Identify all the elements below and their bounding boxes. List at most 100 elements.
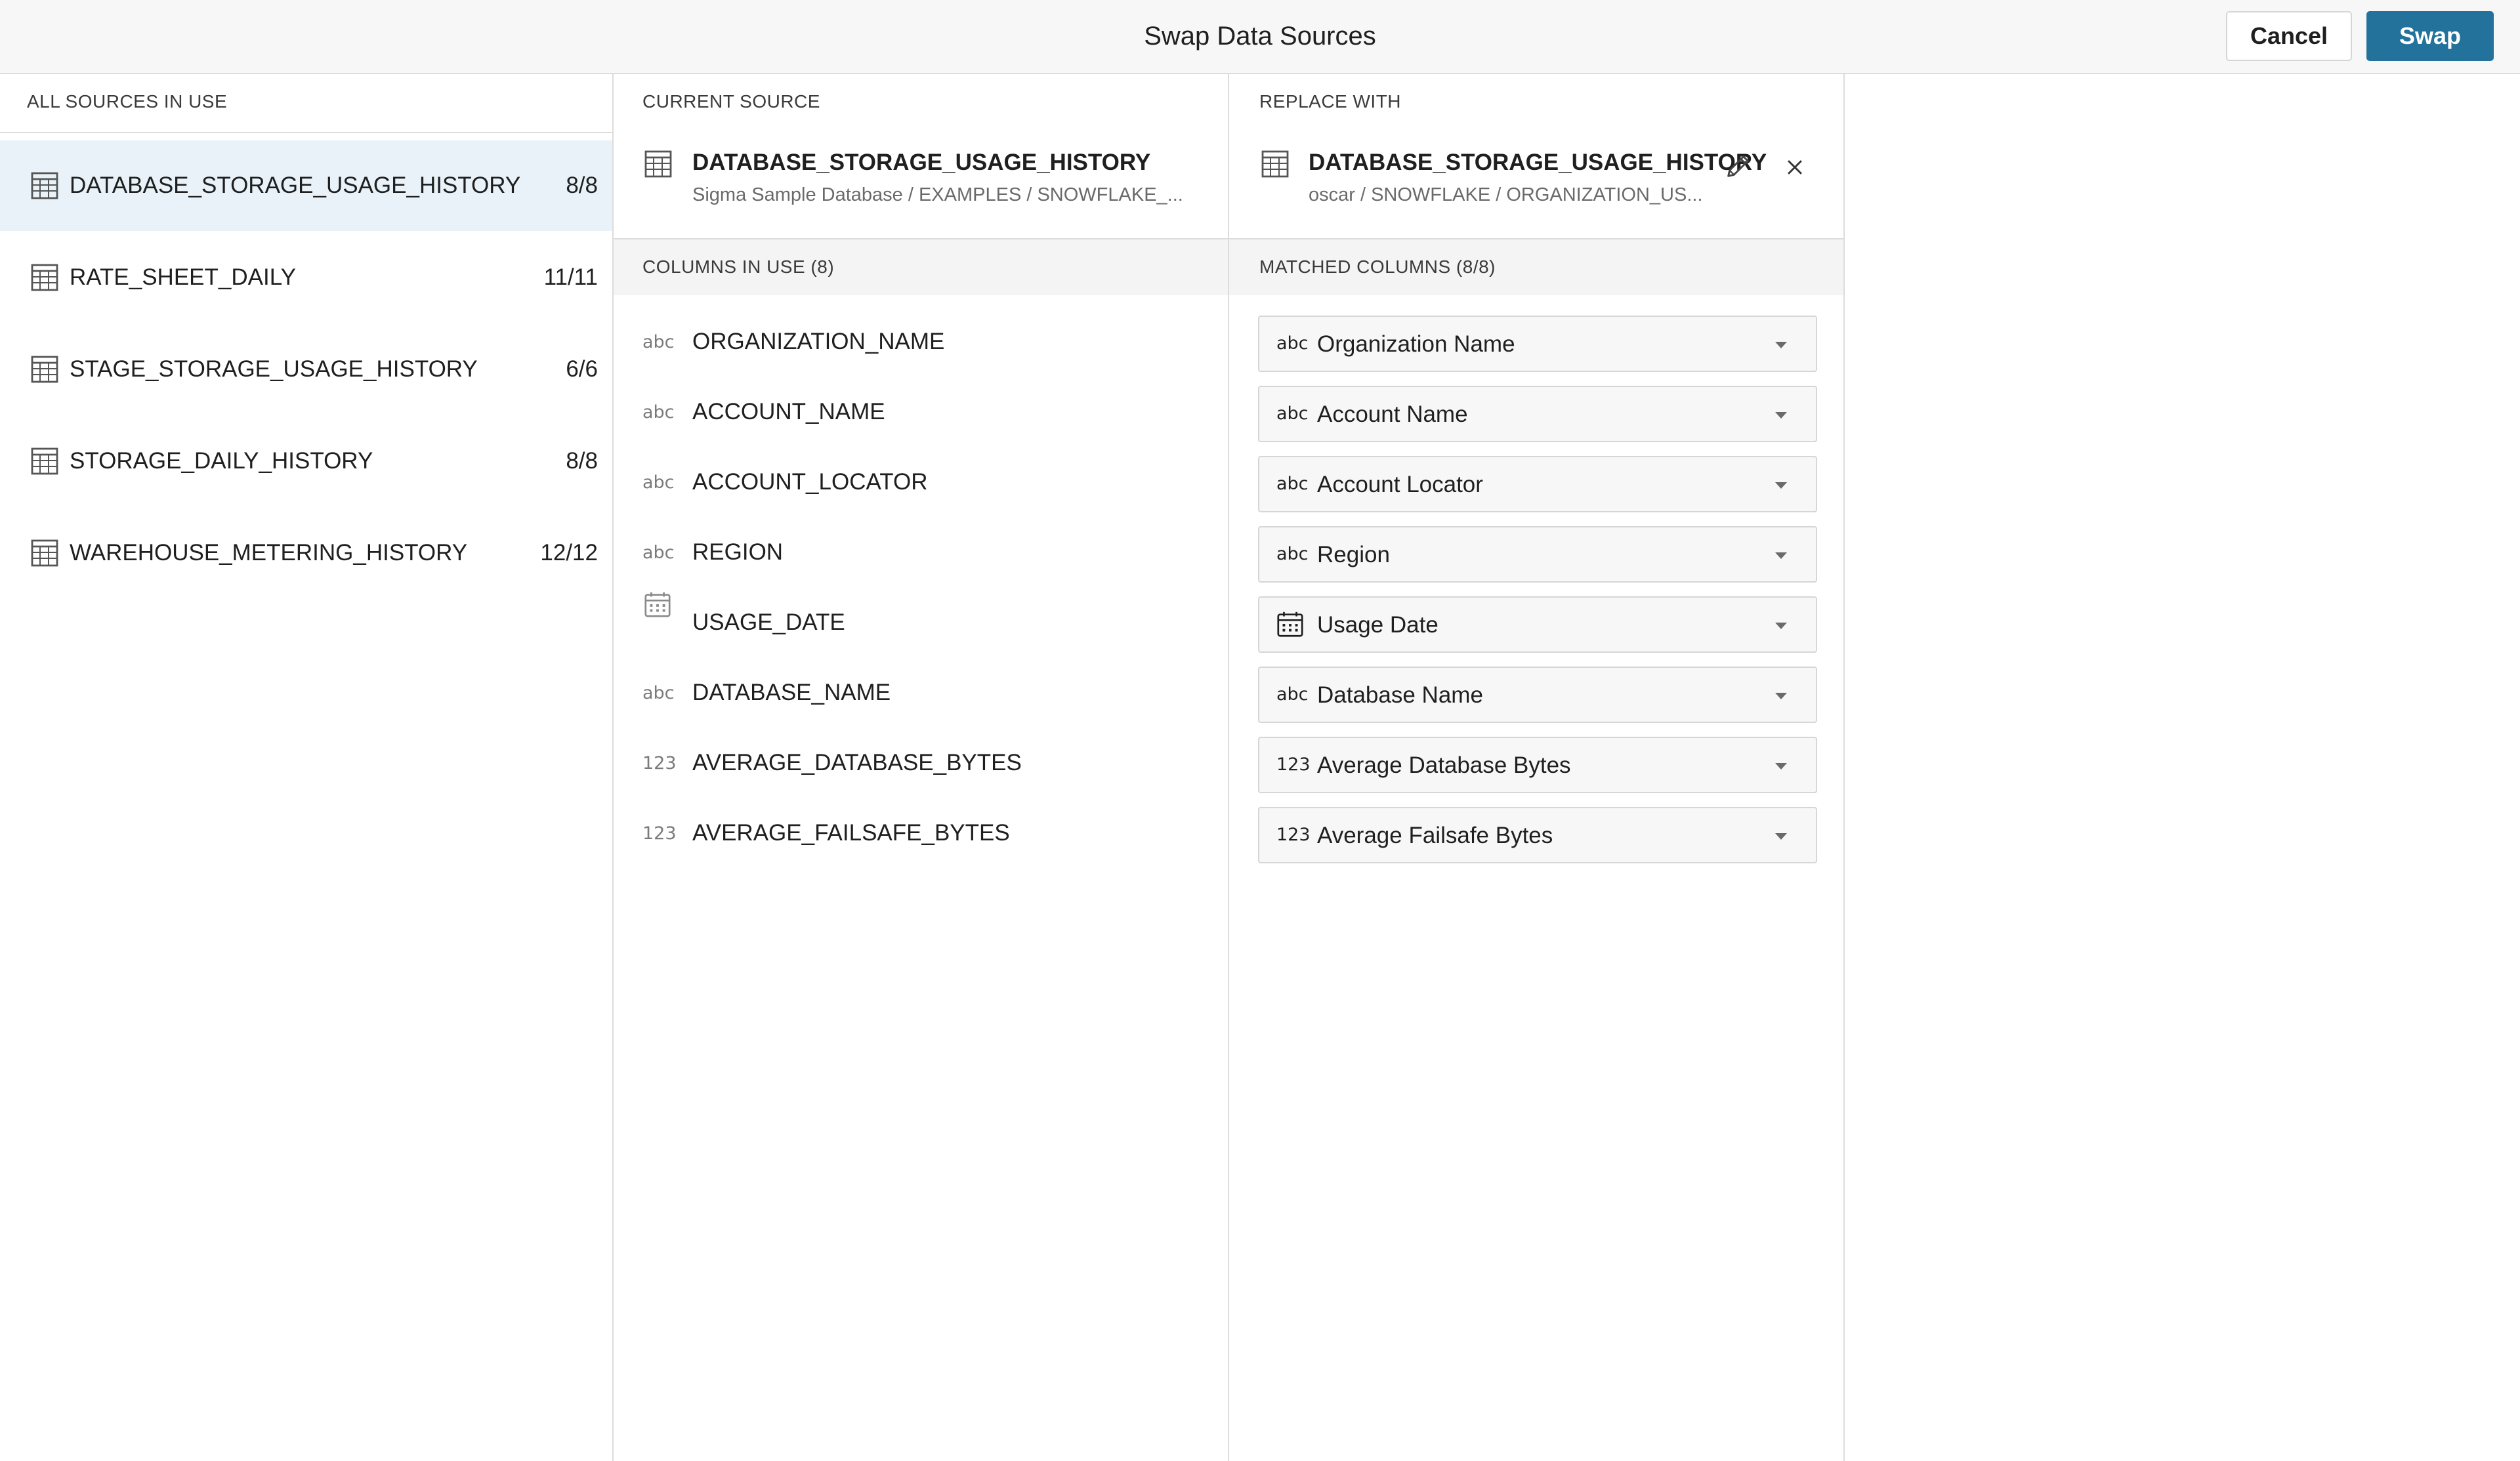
close-icon xyxy=(1788,160,1802,175)
source-column-count: 8/8 xyxy=(566,448,598,474)
chevron-down-icon xyxy=(1775,693,1787,699)
number-type-icon: 123 xyxy=(642,753,677,773)
page-title: Swap Data Sources xyxy=(1144,21,1376,51)
sources-panel: ALL SOURCES IN USE DATABASE_STORAGE_USAG… xyxy=(0,74,614,1461)
matched-columns-header: MATCHED COLUMNS (8/8) xyxy=(1229,238,1843,295)
text-type-icon: abc xyxy=(1276,333,1309,354)
table-icon xyxy=(31,172,58,199)
matched-column-label: Account Name xyxy=(1317,401,1468,427)
source-column-count: 6/6 xyxy=(566,356,598,382)
matched-column-dropdown[interactable]: Usage Date xyxy=(1258,596,1817,653)
column-in-use-row: abc DATABASE_NAME xyxy=(614,674,1228,714)
current-source-name: DATABASE_STORAGE_USAGE_HISTORY xyxy=(692,150,1151,175)
replace-with-panel: REPLACE WITH DATABASE_STORAGE_USAGE_HIST… xyxy=(1229,74,1845,1461)
date-type-icon xyxy=(1275,609,1305,644)
table-icon xyxy=(644,150,672,178)
source-column-count: 11/11 xyxy=(543,264,598,290)
replacement-source-name: DATABASE_STORAGE_USAGE_HISTORY xyxy=(1309,150,1767,175)
swap-button[interactable]: Swap xyxy=(2366,11,2494,61)
text-type-icon: abc xyxy=(642,683,675,703)
matched-column-dropdown[interactable]: 123 Average Failsafe Bytes xyxy=(1258,807,1817,863)
text-type-icon: abc xyxy=(1276,544,1309,564)
text-type-icon: abc xyxy=(642,332,675,352)
source-column-count: 8/8 xyxy=(566,173,598,198)
source-list-item[interactable]: STAGE_STORAGE_USAGE_HISTORY 6/6 xyxy=(0,324,612,415)
matched-column-label: Average Failsafe Bytes xyxy=(1317,823,1553,848)
sources-heading: ALL SOURCES IN USE xyxy=(27,91,228,112)
column-in-use-row: 123 AVERAGE_FAILSAFE_BYTES xyxy=(614,815,1228,854)
calendar-icon xyxy=(644,592,671,617)
source-name: STAGE_STORAGE_USAGE_HISTORY xyxy=(70,356,478,382)
source-name: STORAGE_DAILY_HISTORY xyxy=(70,448,373,474)
text-type-icon: abc xyxy=(1276,474,1309,494)
number-type-icon: 123 xyxy=(1276,825,1311,845)
pencil-icon xyxy=(1727,155,1749,177)
column-name: AVERAGE_DATABASE_BYTES xyxy=(692,750,1022,775)
source-list-item[interactable]: DATABASE_STORAGE_USAGE_HISTORY 8/8 xyxy=(0,140,612,231)
matched-columns-heading: MATCHED COLUMNS (8/8) xyxy=(1259,257,1496,277)
matched-column-label: Database Name xyxy=(1317,682,1483,708)
cancel-button[interactable]: Cancel xyxy=(2226,11,2352,61)
column-in-use-row: abc REGION xyxy=(614,534,1228,573)
current-source-heading: CURRENT SOURCE xyxy=(642,91,820,112)
table-icon xyxy=(31,539,58,567)
column-name: USAGE_DATE xyxy=(692,609,845,635)
source-list-item[interactable]: RATE_SHEET_DAILY 11/11 xyxy=(0,232,612,323)
replacement-source-path: oscar / SNOWFLAKE / ORGANIZATION_US... xyxy=(1309,184,1703,205)
column-name: REGION xyxy=(692,539,784,565)
text-type-icon: abc xyxy=(642,472,675,493)
column-name: ACCOUNT_NAME xyxy=(692,399,885,424)
date-type-icon xyxy=(642,590,673,625)
column-name: AVERAGE_FAILSAFE_BYTES xyxy=(692,820,1010,846)
calendar-icon xyxy=(1277,611,1303,637)
matched-column-dropdown[interactable]: abc Database Name xyxy=(1258,667,1817,723)
column-name: ORGANIZATION_NAME xyxy=(692,329,945,354)
source-list-item[interactable]: STORAGE_DAILY_HISTORY 8/8 xyxy=(0,416,612,506)
matched-column-dropdown[interactable]: abc Organization Name xyxy=(1258,316,1817,372)
matched-column-label: Region xyxy=(1317,542,1390,567)
column-in-use-row: USAGE_DATE xyxy=(614,592,1228,644)
remove-source-button[interactable] xyxy=(1776,149,1813,186)
edit-source-button[interactable] xyxy=(1720,148,1757,184)
columns-in-use-heading: COLUMNS IN USE (8) xyxy=(642,257,835,277)
column-in-use-row: abc ORGANIZATION_NAME xyxy=(614,323,1228,363)
empty-area xyxy=(1845,74,2520,1461)
source-name: WAREHOUSE_METERING_HISTORY xyxy=(70,540,468,566)
matched-column-dropdown[interactable]: 123 Average Database Bytes xyxy=(1258,737,1817,793)
text-type-icon: abc xyxy=(1276,684,1309,705)
column-in-use-row: abc ACCOUNT_NAME xyxy=(614,394,1228,433)
divider xyxy=(0,132,612,133)
matched-column-label: Usage Date xyxy=(1317,612,1438,638)
text-type-icon: abc xyxy=(642,402,675,422)
replace-with-heading: REPLACE WITH xyxy=(1259,91,1402,112)
text-type-icon: abc xyxy=(642,543,675,563)
chevron-down-icon xyxy=(1775,623,1787,629)
column-name: ACCOUNT_LOCATOR xyxy=(692,469,928,495)
matched-column-label: Account Locator xyxy=(1317,472,1483,497)
matched-column-label: Average Database Bytes xyxy=(1317,752,1571,778)
matched-column-dropdown[interactable]: abc Account Name xyxy=(1258,386,1817,442)
matched-column-dropdown[interactable]: abc Account Locator xyxy=(1258,456,1817,512)
number-type-icon: 123 xyxy=(1276,754,1311,775)
column-in-use-row: 123 AVERAGE_DATABASE_BYTES xyxy=(614,745,1228,784)
matched-column-dropdown[interactable]: abc Region xyxy=(1258,526,1817,583)
table-icon xyxy=(31,356,58,383)
source-list-item[interactable]: WAREHOUSE_METERING_HISTORY 12/12 xyxy=(0,508,612,598)
current-source-path: Sigma Sample Database / EXAMPLES / SNOWF… xyxy=(692,184,1183,205)
chevron-down-icon xyxy=(1775,342,1787,348)
table-icon xyxy=(31,264,58,291)
chevron-down-icon xyxy=(1775,833,1787,840)
column-name: DATABASE_NAME xyxy=(692,680,891,705)
chevron-down-icon xyxy=(1775,763,1787,770)
number-type-icon: 123 xyxy=(642,823,677,844)
matched-column-label: Organization Name xyxy=(1317,331,1515,357)
column-in-use-row: abc ACCOUNT_LOCATOR xyxy=(614,464,1228,503)
source-column-count: 12/12 xyxy=(540,540,598,566)
source-name: RATE_SHEET_DAILY xyxy=(70,264,296,290)
modal-header: Swap Data Sources Cancel Swap xyxy=(0,0,2520,74)
current-source-panel: CURRENT SOURCE DATABASE_STORAGE_USAGE_HI… xyxy=(614,74,1229,1461)
table-icon xyxy=(1261,150,1289,178)
chevron-down-icon xyxy=(1775,552,1787,559)
text-type-icon: abc xyxy=(1276,403,1309,424)
chevron-down-icon xyxy=(1775,482,1787,489)
